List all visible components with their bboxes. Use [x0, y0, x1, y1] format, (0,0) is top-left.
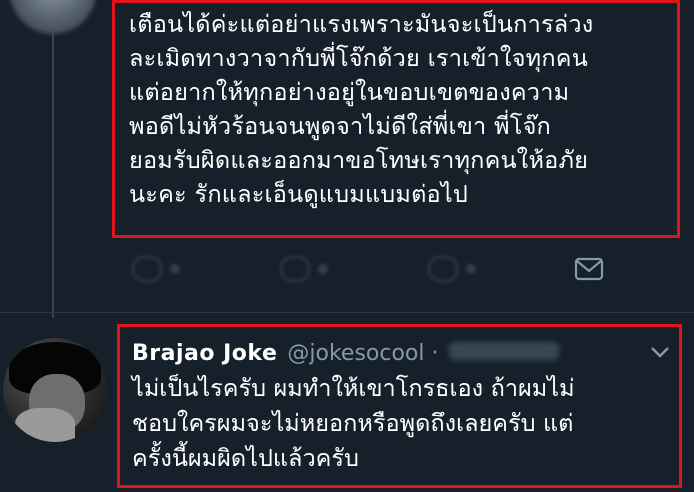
tweet-text-highlight: เตือนได้ค่ะแต่อย่าแรงเพราะมันจะเป็นการล่… — [112, 0, 680, 238]
tweet-line: ยอมรับผิดและออกมาขอโทษเราทุกคนให้อภัย — [129, 146, 589, 174]
like-button[interactable] — [428, 252, 476, 286]
display-name[interactable]: Brajao Joke — [132, 339, 277, 369]
thread-line — [52, 0, 54, 318]
retweet-icon — [280, 256, 310, 282]
retweet-count — [318, 264, 328, 274]
like-icon — [428, 256, 458, 282]
tweet-line: พอดีไม่หัวร้อนจนพูดจาไม่ดีใส่พี่เขา พี่โ… — [129, 112, 551, 140]
redacted-timestamp — [448, 342, 559, 360]
reply-button[interactable] — [132, 252, 180, 286]
tweet-line: ชอบใครผมจะไม่หยอกหรือพูดถึงเลยครับ แต่ — [132, 409, 574, 437]
tweet-line: ครั้งนี้ผมผิดไปแล้วครับ — [132, 444, 359, 472]
tweet-line: ละเมิดทางวาจากับพี่โจ๊กด้วย เราเข้าใจทุก… — [129, 44, 588, 72]
tweet-line: นะคะ รักและเอ็นดูแบมแบมต่อไป — [129, 180, 469, 208]
tweet-text: ไม่เป็นไรครับ ผมทำให้เขาโกรธเอง ถ้าผมไม่… — [132, 371, 669, 476]
like-count — [466, 264, 476, 274]
tweet-text: เตือนได้ค่ะแต่อย่าแรงเพราะมันจะเป็นการล่… — [129, 7, 667, 211]
reply-tweet-highlight: Brajao Joke @jokesocool · ไม่เป็นไรครับ … — [117, 324, 682, 488]
reply-count — [170, 264, 180, 274]
tweet-line: แต่อยากให้ทุกอย่างอยู่ในขอบเขตของความ — [129, 78, 570, 106]
mail-icon[interactable] — [574, 256, 604, 282]
user-handle[interactable]: @jokesocool · — [287, 339, 438, 369]
reply-icon — [132, 256, 162, 282]
retweet-button[interactable] — [280, 252, 328, 286]
divider — [0, 312, 694, 313]
chevron-down-icon[interactable] — [649, 345, 671, 359]
tweet-header: Brajao Joke @jokesocool · — [132, 339, 669, 369]
tweet-actions — [132, 252, 612, 286]
avatar[interactable] — [3, 338, 107, 442]
tweet-line: เตือนได้ค่ะแต่อย่าแรงเพราะมันจะเป็นการล่… — [129, 10, 594, 38]
tweet-line: ไม่เป็นไรครับ ผมทำให้เขาโกรธเอง ถ้าผมไม่ — [132, 374, 575, 402]
avatar[interactable] — [10, 0, 96, 34]
